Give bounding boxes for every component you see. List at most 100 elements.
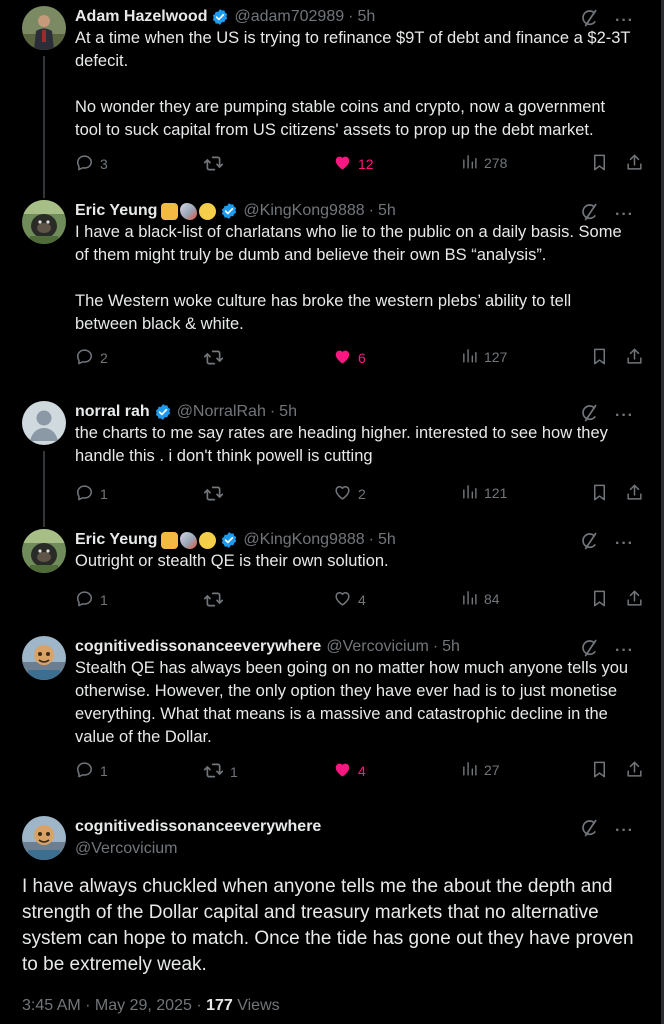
share-button[interactable] [625, 760, 644, 782]
grok-icon[interactable] [579, 818, 599, 843]
avatar[interactable] [22, 636, 66, 680]
more-icon[interactable]: ··· [615, 822, 634, 839]
repost-button[interactable]: 1 [203, 760, 238, 784]
views-count: 177 [206, 997, 233, 1014]
tweet-actions: 1 1 4 27 [75, 760, 642, 784]
repost-button[interactable] [203, 347, 230, 371]
reply-button[interactable]: 1 [75, 483, 108, 505]
reply-count: 3 [100, 156, 108, 172]
tweet-time[interactable]: 5h [378, 531, 396, 549]
share-button[interactable] [625, 589, 644, 611]
share-icon [625, 483, 644, 505]
verified-badge-icon [220, 531, 238, 549]
separator-dot: · [269, 403, 276, 420]
reply-button[interactable]: 1 [75, 589, 108, 611]
avatar[interactable] [22, 816, 66, 860]
display-name[interactable]: cognitivedissonanceeverywhere [75, 816, 321, 838]
thumbs-up-emoji-icon [161, 531, 179, 549]
display-name[interactable]: norral rah [75, 403, 150, 421]
tweet-meta: 3:45 AM · May 29, 2025 · 177 Views [22, 997, 280, 1015]
repost-count: 1 [230, 764, 238, 780]
avatar[interactable] [22, 529, 66, 573]
separator-dot: · [368, 531, 374, 548]
views-button[interactable]: 121 [461, 483, 507, 503]
yellow-circle-emoji-icon [199, 531, 217, 549]
separator-dot: · [348, 8, 354, 25]
repost-icon [203, 760, 224, 784]
share-button[interactable] [625, 347, 644, 369]
like-button[interactable]: 6 [333, 347, 366, 369]
reply-button[interactable]: 3 [75, 153, 108, 175]
views-button[interactable]: 84 [461, 589, 500, 609]
bookmark-button[interactable] [590, 153, 609, 175]
tweet-time[interactable]: 5h [442, 638, 460, 656]
display-name[interactable]: cognitivedissonanceeverywhere [75, 638, 321, 656]
views-icon [461, 483, 478, 503]
rocket-emoji-icon [180, 531, 198, 549]
heart-icon [333, 760, 352, 782]
tweet-time[interactable]: 5h [378, 202, 396, 220]
tweet-text: the charts to me say rates are heading h… [75, 424, 613, 465]
like-button[interactable]: 2 [333, 483, 366, 505]
verified-badge-icon [211, 8, 229, 26]
repost-icon [203, 347, 224, 371]
views-icon [461, 347, 478, 367]
separator-dot: · [368, 202, 374, 219]
bookmark-button[interactable] [590, 760, 609, 782]
share-button[interactable] [625, 153, 644, 175]
timestamp[interactable]: 3:45 AM · May 29, 2025 · [22, 997, 206, 1014]
like-button[interactable]: 4 [333, 589, 366, 611]
reply-count: 1 [100, 592, 108, 608]
bookmark-button[interactable] [590, 347, 609, 369]
display-name[interactable]: Eric Yeung [75, 531, 157, 549]
user-handle[interactable]: @KingKong9888 [243, 531, 364, 549]
avatar[interactable] [22, 401, 66, 445]
like-count: 4 [358, 592, 366, 608]
main-tweet-text: I have always chuckled when anyone tells… [22, 876, 634, 975]
tweet-time[interactable]: 5h [357, 8, 375, 26]
reply-tweet[interactable]: norral rah @NorralRah · 5h ··· the charts to … [0, 401, 664, 513]
like-count: 12 [358, 156, 374, 172]
tweet-time[interactable]: 5h [279, 403, 297, 421]
reply-tweet[interactable]: Adam Hazelwood @adam702989 · 5h ··· At a time… [0, 6, 664, 183]
user-handle[interactable]: @adam702989 [234, 8, 344, 26]
avatar[interactable] [22, 6, 66, 50]
repost-button[interactable] [203, 589, 230, 613]
repost-icon [203, 483, 224, 507]
bookmark-button[interactable] [590, 589, 609, 611]
reply-icon [75, 589, 94, 611]
reply-tweet[interactable]: cognitivedissonanceeverywhere @Vercoviciu… [0, 636, 664, 790]
verified-badge-icon [154, 403, 172, 421]
display-name[interactable]: Eric Yeung [75, 202, 157, 220]
user-handle[interactable]: @Vercovicium [326, 638, 429, 656]
bookmark-icon [590, 760, 609, 782]
reply-count: 1 [100, 486, 108, 502]
views-button[interactable]: 127 [461, 347, 507, 367]
share-icon [625, 347, 644, 369]
display-name[interactable]: Adam Hazelwood [75, 8, 207, 26]
views-button[interactable]: 278 [461, 153, 507, 173]
repost-button[interactable] [203, 483, 230, 507]
user-handle[interactable]: @NorralRah [177, 403, 266, 421]
tweet-text: I have a black-list of charlatans who li… [75, 223, 622, 333]
heart-icon [333, 153, 352, 175]
repost-button[interactable] [203, 153, 230, 177]
share-button[interactable] [625, 483, 644, 505]
like-count: 6 [358, 350, 366, 366]
reply-icon [75, 760, 94, 782]
reply-button[interactable]: 2 [75, 347, 108, 369]
thread-view: Adam Hazelwood @adam702989 · 5h ··· At a time… [0, 0, 664, 1024]
reply-icon [75, 153, 94, 175]
user-handle[interactable]: @Vercovicium [75, 838, 321, 860]
views-button[interactable]: 27 [461, 760, 500, 780]
reply-tweet[interactable]: Eric Yeung @KingKong9888 · 5h ··· I have a bl… [0, 200, 664, 377]
like-button[interactable]: 4 [333, 760, 366, 782]
reply-button[interactable]: 1 [75, 760, 108, 782]
like-count: 4 [358, 763, 366, 779]
avatar[interactable] [22, 200, 66, 244]
reply-tweet[interactable]: Eric Yeung @KingKong9888 · 5h ··· Outright or… [0, 529, 664, 619]
user-handle[interactable]: @KingKong9888 [243, 202, 364, 220]
yellow-circle-emoji-icon [199, 202, 217, 220]
like-button[interactable]: 12 [333, 153, 374, 175]
bookmark-button[interactable] [590, 483, 609, 505]
